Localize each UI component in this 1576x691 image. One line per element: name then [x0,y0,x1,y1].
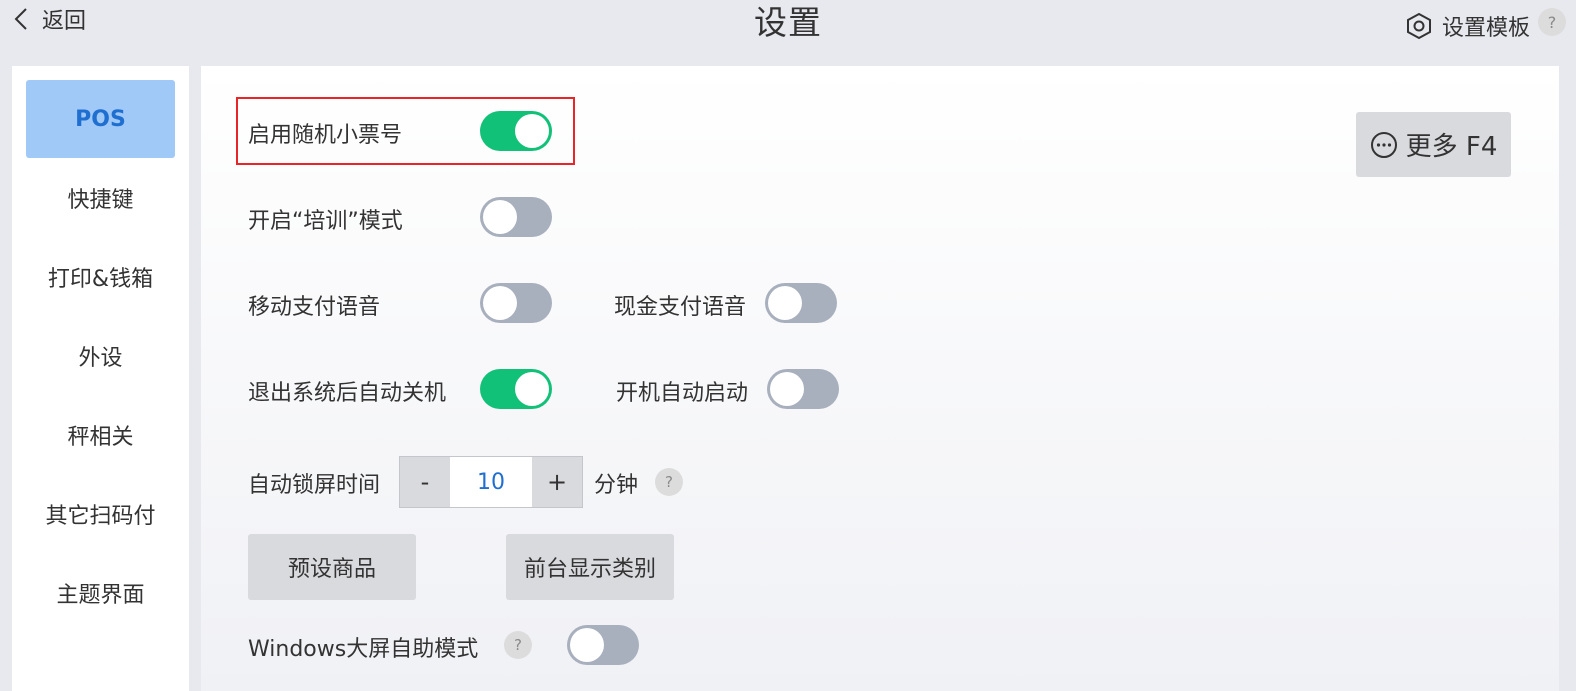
top-bar: 返回 设置 设置模板 ? [0,0,1576,60]
settings-template-button[interactable]: 设置模板 [1406,10,1530,42]
training-mode-toggle[interactable] [480,197,552,237]
decrement-button[interactable]: - [400,457,450,507]
minutes-unit-label: 分钟 [594,473,639,498]
auto-shutdown-label: 退出系统后自动关机 [248,381,447,406]
windows-kiosk-label: Windows大屏自助模式 [248,637,479,662]
sidebar-item-scale[interactable]: 秤相关 [26,396,175,474]
auto-shutdown-toggle[interactable] [480,369,552,409]
more-dots-icon [1370,131,1397,158]
lock-screen-help-icon[interactable]: ? [655,468,683,496]
more-button-label: 更多 F4 [1405,132,1498,162]
auto-start-label: 开机自动启动 [616,381,749,406]
training-mode-label: 开启“培训”模式 [248,209,403,234]
hexagon-settings-icon [1406,12,1431,40]
lock-screen-label: 自动锁屏时间 [248,473,381,498]
windows-kiosk-toggle[interactable] [567,625,639,665]
sidebar-item-theme[interactable]: 主题界面 [26,554,175,632]
preset-goods-button[interactable]: 预设商品 [248,534,416,600]
auto-start-toggle[interactable] [767,369,839,409]
increment-button[interactable]: + [532,457,582,507]
sidebar-item-peripherals[interactable]: 外设 [26,317,175,395]
sidebar-item-print-cashbox[interactable]: 打印&钱箱 [26,238,175,316]
sidebar: POS 快捷键 打印&钱箱 外设 秤相关 其它扫码付 主题界面 [12,66,189,691]
sidebar-item-shortcuts[interactable]: 快捷键 [26,159,175,237]
sidebar-item-pos[interactable]: POS [26,80,175,158]
lock-screen-stepper: - + [399,456,583,508]
template-label: 设置模板 [1441,16,1530,41]
sidebar-item-other-scan-pay[interactable]: 其它扫码付 [26,475,175,553]
random-ticket-label: 启用随机小票号 [248,123,403,148]
random-ticket-toggle[interactable] [480,111,552,151]
page-title: 设置 [754,3,822,42]
cash-pay-voice-label: 现金支付语音 [614,295,747,320]
lock-screen-minutes-input[interactable] [450,457,532,507]
windows-kiosk-help-icon[interactable]: ? [504,631,532,659]
more-button[interactable]: 更多 F4 [1356,112,1511,177]
settings-panel: 启用随机小票号 更多 F4 开启“培训”模式 移动支付语音 现金支付语音 退出系… [201,66,1559,691]
front-category-button[interactable]: 前台显示类别 [506,534,674,600]
mobile-pay-voice-toggle[interactable] [480,283,552,323]
template-help-icon[interactable]: ? [1538,8,1566,36]
cash-pay-voice-toggle[interactable] [765,283,837,323]
mobile-pay-voice-label: 移动支付语音 [248,295,381,320]
